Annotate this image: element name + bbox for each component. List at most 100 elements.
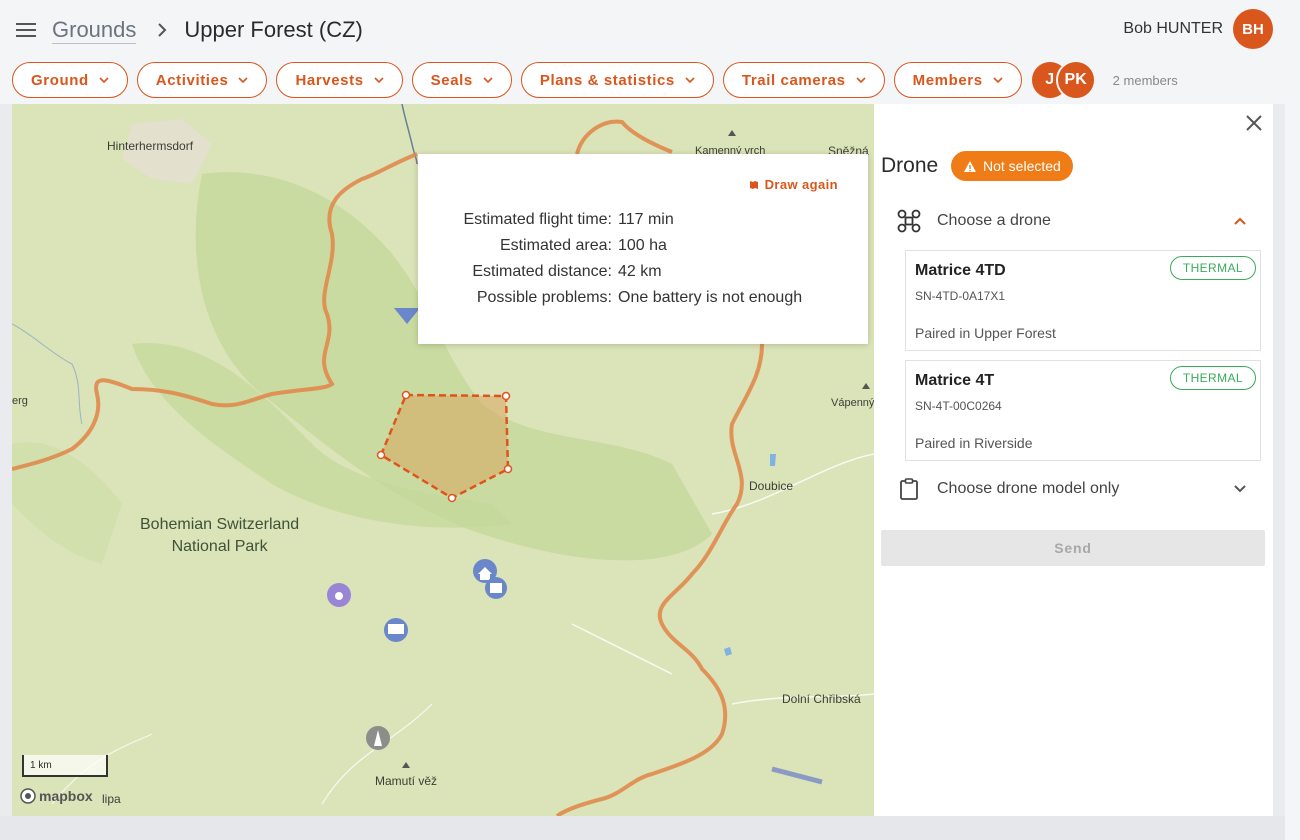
nav-tabs: Ground Activities Harvests Seals Plans &… bbox=[12, 60, 1178, 100]
send-button[interactable]: Send bbox=[881, 530, 1265, 566]
map-scale: 1 km bbox=[22, 755, 108, 777]
menu-icon[interactable] bbox=[16, 20, 36, 40]
section-label: Choose drone model only bbox=[937, 480, 1120, 497]
tab-label: Seals bbox=[430, 71, 473, 89]
drone-option-card[interactable]: Matrice 4TD SN-4TD-0A17X1 Paired in Uppe… bbox=[905, 250, 1261, 351]
tab-ground[interactable]: Ground bbox=[12, 62, 128, 98]
estimate-key: Possible problems: bbox=[476, 289, 612, 306]
thermal-badge: THERMAL bbox=[1169, 256, 1256, 280]
airstrip-icon bbox=[771, 766, 823, 785]
mapbox-logo[interactable]: mapbox bbox=[20, 788, 93, 804]
estimate-value: 100 ha bbox=[618, 237, 667, 254]
estimate-value: One battery is not enough bbox=[618, 289, 803, 306]
map-label-vapenny: Vápenný bbox=[831, 397, 874, 409]
estimate-key: Estimated flight time: bbox=[463, 211, 613, 228]
polygon-vertex-handle bbox=[501, 391, 511, 401]
chevron-down-icon bbox=[685, 76, 695, 83]
choose-model-section-toggle[interactable]: Choose drone model only bbox=[897, 474, 1247, 504]
estimate-value: 42 km bbox=[618, 263, 662, 280]
bottom-bar bbox=[0, 816, 1285, 840]
park-label-line: National Park bbox=[171, 538, 268, 555]
tower-marker-icon bbox=[366, 726, 390, 750]
tab-label: Plans & statistics bbox=[539, 71, 675, 89]
drone-panel: Drone Not selected Choose a drone Matric… bbox=[874, 104, 1273, 816]
peak-icon bbox=[402, 762, 410, 768]
camera-marker-icon bbox=[327, 583, 351, 607]
tab-seals[interactable]: Seals bbox=[411, 62, 512, 98]
scrollbar-track[interactable] bbox=[1285, 0, 1300, 840]
chevron-down-icon bbox=[99, 76, 109, 83]
polygon-vertex-handle bbox=[401, 390, 411, 400]
chevron-right-icon bbox=[158, 23, 167, 37]
section-label: Choose a drone bbox=[937, 212, 1051, 229]
breadcrumb-grounds-link[interactable]: Grounds bbox=[52, 17, 137, 44]
choose-drone-section-toggle[interactable]: Choose a drone bbox=[897, 206, 1247, 236]
tab-label: Harvests bbox=[295, 71, 364, 89]
panel-title: Drone bbox=[881, 154, 939, 177]
estimate-list: Estimated flight time: 117 min Estimated … bbox=[418, 207, 868, 311]
tab-activities[interactable]: Activities bbox=[136, 62, 268, 98]
clipboard-icon bbox=[900, 478, 918, 500]
tab-label: Activities bbox=[155, 71, 229, 89]
user-name: Bob HUNTER bbox=[1123, 20, 1223, 37]
polygon-vertex-handle bbox=[376, 450, 386, 460]
border-line bbox=[575, 119, 673, 155]
polygon-vertex-handle bbox=[447, 493, 457, 503]
park-label-line: Bohemian Switzerland bbox=[140, 516, 300, 533]
estimate-row: Possible problems: One battery is not eno… bbox=[418, 285, 868, 311]
lake bbox=[770, 454, 776, 466]
tab-plans-statistics[interactable]: Plans & statistics bbox=[520, 62, 714, 98]
forest-area bbox=[12, 442, 122, 564]
map-label-hinterhermsdorf: Hinterhermsdorf bbox=[107, 139, 194, 153]
top-bar: Grounds Upper Forest (CZ) Bob HUNTER BH … bbox=[0, 0, 1285, 104]
lake bbox=[724, 647, 732, 656]
avatar[interactable]: BH bbox=[1233, 9, 1273, 49]
map-label-mamuti-vez: Mamutí věž bbox=[375, 774, 438, 788]
polygon-vertex-handle bbox=[503, 464, 513, 474]
members-count: 2 members bbox=[1112, 72, 1178, 88]
tab-members[interactable]: Members bbox=[893, 62, 1022, 98]
road bbox=[571, 623, 673, 675]
member-avatar: PK bbox=[1055, 60, 1096, 100]
map-label-dolni-chribska: Dolní Chřibská bbox=[782, 692, 861, 706]
thermal-badge: THERMAL bbox=[1169, 366, 1256, 390]
warning-icon bbox=[964, 160, 976, 172]
drone-paired-location: Paired in Riverside bbox=[915, 435, 1033, 451]
drone-name: Matrice 4T bbox=[915, 372, 995, 389]
chevron-down-icon bbox=[856, 76, 866, 83]
user-menu[interactable]: Bob HUNTER BH bbox=[1123, 9, 1273, 49]
peak-icon bbox=[728, 130, 736, 136]
map-label-erg: erg bbox=[12, 395, 28, 407]
page-title: Upper Forest (CZ) bbox=[184, 17, 363, 42]
mapbox-attribution: mapbox bbox=[39, 788, 93, 804]
draw-again-button[interactable]: Draw again bbox=[749, 177, 838, 192]
status-badge: Not selected bbox=[951, 151, 1073, 181]
drone-serial: SN-4T-00C0264 bbox=[915, 399, 1002, 413]
chevron-down-icon bbox=[483, 76, 493, 83]
member-avatars[interactable]: J PK bbox=[1029, 60, 1096, 100]
tab-label: Trail cameras bbox=[741, 71, 846, 89]
tab-trail-cameras[interactable]: Trail cameras bbox=[722, 62, 885, 98]
peak-icon bbox=[862, 383, 870, 389]
border-line bbox=[555, 343, 764, 816]
mapbox-icon bbox=[20, 788, 36, 804]
estimate-row: Estimated distance: 42 km bbox=[418, 259, 868, 285]
chevron-down-icon bbox=[993, 76, 1003, 83]
map-icon bbox=[749, 180, 758, 189]
drone-name: Matrice 4TD bbox=[915, 262, 1006, 279]
calendar-marker-icon bbox=[485, 577, 507, 599]
drone-paired-location: Paired in Upper Forest bbox=[915, 325, 1056, 341]
drone-option-card[interactable]: Matrice 4T SN-4T-00C0264 Paired in River… bbox=[905, 360, 1261, 461]
chevron-up-icon bbox=[1234, 217, 1246, 225]
estimate-value: 117 min bbox=[618, 211, 674, 228]
map-label-doubice: Doubice bbox=[749, 479, 794, 493]
chevron-down-icon bbox=[238, 76, 249, 83]
close-icon[interactable] bbox=[1245, 114, 1263, 132]
tab-label: Ground bbox=[31, 71, 89, 89]
tab-label: Members bbox=[912, 71, 983, 89]
estimate-row: Estimated area: 100 ha bbox=[418, 233, 868, 259]
estimate-key: Estimated area: bbox=[499, 237, 612, 254]
chevron-down-icon bbox=[374, 76, 384, 83]
tab-harvests[interactable]: Harvests bbox=[276, 62, 403, 98]
map-label-lipa: lipa bbox=[102, 792, 121, 806]
